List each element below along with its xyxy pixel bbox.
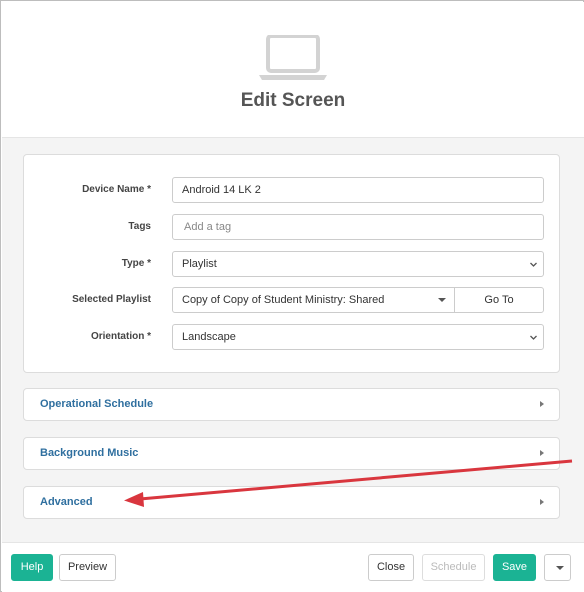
close-button[interactable]: Close bbox=[368, 554, 414, 581]
chevron-down-icon bbox=[530, 335, 537, 340]
caret-right-icon bbox=[540, 450, 544, 456]
selected-playlist-row: Selected Playlist Copy of Copy of Studen… bbox=[24, 287, 561, 313]
panel-title: Advanced bbox=[40, 496, 93, 508]
playlist-combobox[interactable]: Copy of Copy of Student Ministry: Shared bbox=[172, 287, 455, 313]
orientation-select[interactable]: Landscape bbox=[172, 324, 544, 350]
device-name-label: Device Name * bbox=[82, 184, 151, 195]
playlist-combobox-value: Copy of Copy of Student Ministry: Shared bbox=[182, 294, 385, 306]
tags-row: Tags Add a tag bbox=[24, 214, 561, 240]
advanced-panel[interactable]: Advanced bbox=[23, 486, 560, 519]
page-title: Edit Screen bbox=[240, 90, 346, 111]
orientation-label: Orientation * bbox=[90, 331, 151, 342]
selected-playlist-label: Selected Playlist bbox=[72, 294, 151, 305]
device-name-input[interactable]: Android 14 LK 2 bbox=[172, 177, 544, 203]
type-row: Type * Playlist bbox=[24, 251, 561, 277]
orientation-row: Orientation * Landscape bbox=[24, 324, 561, 350]
caret-right-icon bbox=[540, 499, 544, 505]
type-label: Type * bbox=[121, 258, 151, 269]
background-music-panel[interactable]: Background Music bbox=[23, 437, 560, 470]
operational-schedule-panel[interactable]: Operational Schedule bbox=[23, 388, 560, 421]
panel-title: Background Music bbox=[40, 447, 139, 459]
save-button[interactable]: Save bbox=[493, 554, 536, 581]
save-options-dropdown[interactable] bbox=[544, 554, 571, 581]
edit-screen-dialog: Edit Screen Device Name * Android 14 LK … bbox=[0, 0, 584, 592]
tags-label: Tags bbox=[128, 221, 151, 232]
caret-down-icon bbox=[556, 566, 564, 570]
dialog-header: Edit Screen bbox=[2, 2, 584, 138]
caret-down-icon bbox=[438, 298, 446, 302]
device-name-row: Device Name * Android 14 LK 2 bbox=[24, 177, 561, 203]
type-select[interactable]: Playlist bbox=[172, 251, 544, 277]
help-button[interactable]: Help bbox=[11, 554, 53, 581]
go-to-button[interactable]: Go To bbox=[454, 287, 544, 313]
orientation-select-value: Landscape bbox=[182, 331, 236, 343]
schedule-button[interactable]: Schedule bbox=[422, 554, 485, 581]
panel-title: Operational Schedule bbox=[40, 398, 154, 410]
preview-button[interactable]: Preview bbox=[59, 554, 116, 581]
laptop-icon bbox=[259, 35, 327, 80]
caret-right-icon bbox=[540, 401, 544, 407]
chevron-down-icon bbox=[530, 262, 537, 267]
device-form: Device Name * Android 14 LK 2 Tags Add a… bbox=[23, 154, 560, 373]
tags-input[interactable]: Add a tag bbox=[172, 214, 544, 240]
dialog-footer: Help Preview Close Schedule Save bbox=[2, 542, 584, 592]
type-select-value: Playlist bbox=[182, 258, 217, 270]
